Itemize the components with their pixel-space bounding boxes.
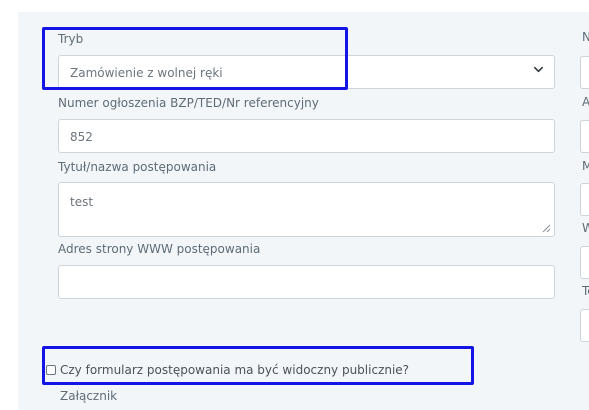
right-field-3[interactable] <box>580 183 589 216</box>
highlight-box-public-checkbox <box>42 346 474 385</box>
right-field-1[interactable] <box>580 56 589 89</box>
right-label-1: N <box>582 30 589 44</box>
tytul-textarea[interactable]: test <box>58 182 555 237</box>
right-label-3: M <box>582 159 589 173</box>
right-label-4: W <box>582 221 589 235</box>
numer-ogloszenia-label: Numer ogłoszenia BZP/TED/Nr referencyjny <box>58 96 319 110</box>
numer-ogloszenia-value: 852 <box>70 130 93 144</box>
chevron-down-icon <box>534 66 543 73</box>
adres-www-label: Adres strony WWW postępowania <box>58 242 261 256</box>
zalacznik-label: Załącznik <box>60 389 118 403</box>
right-label-5: Te <box>582 284 589 298</box>
highlight-box-tryb <box>42 27 348 90</box>
tytul-value: test <box>70 195 94 209</box>
resize-grip-icon[interactable] <box>541 223 551 233</box>
tytul-label: Tytuł/nazwa postępowania <box>58 160 217 174</box>
numer-ogloszenia-input[interactable]: 852 <box>58 119 555 153</box>
right-field-4[interactable] <box>580 246 589 279</box>
right-field-5[interactable] <box>580 309 589 342</box>
right-label-2: A <box>582 95 589 109</box>
adres-www-input[interactable] <box>58 265 555 299</box>
right-field-2[interactable] <box>580 120 589 153</box>
